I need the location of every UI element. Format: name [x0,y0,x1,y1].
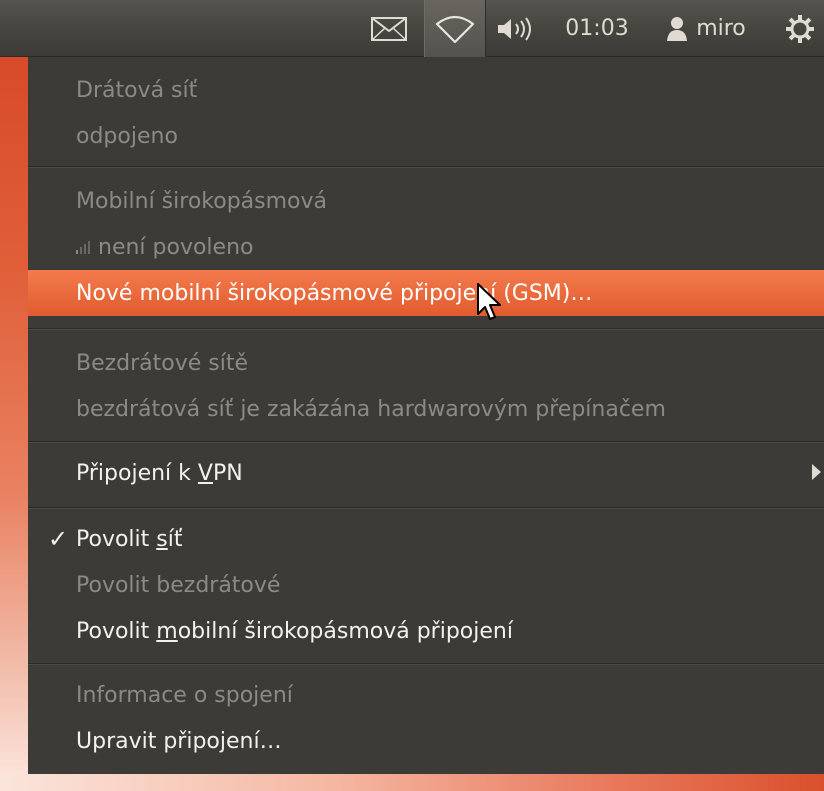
sound-indicator[interactable] [488,0,544,57]
enable-networking-item[interactable]: ✓ Povolit síť [28,516,824,562]
enable-mobile-broadband-item[interactable]: Povolit mobilní širokopásmová připojení [28,608,824,654]
check-icon: ✓ [48,525,69,553]
wired-network-header: Drátová síť [28,67,824,113]
new-gsm-connection-label: Nové mobilní širokopásmové připojení (GS… [76,280,593,306]
enable-mobile-broadband-label: Povolit mobilní širokopásmová připojení [76,618,513,644]
enable-networking-label: Povolit síť [76,526,183,552]
submenu-arrow-icon [812,464,821,480]
menu-separator [28,166,824,168]
desktop-wallpaper [0,57,28,791]
clock[interactable]: 01:03 [552,0,642,57]
clock-label: 01:03 [565,16,629,41]
vpn-connections-item[interactable]: Připojení k VPN [28,450,824,496]
menu-separator [28,441,824,443]
wireless-icon [435,15,475,43]
user-icon [667,16,688,41]
gear-icon [786,14,814,43]
wireless-networks-header: Bezdrátové sítě [28,340,824,386]
menu-separator [28,507,824,509]
vpn-connections-label: Připojení k VPN [76,460,243,486]
wireless-disabled-status: bezdrátová síť je zakázána hardwarovým p… [28,386,824,432]
mouse-cursor-icon [477,283,501,320]
signal-strength-icon [76,241,90,254]
mobile-broadband-title: Mobilní širokopásmová [76,188,327,214]
wired-network-status-label: odpojeno [76,123,178,149]
user-menu[interactable]: miro [648,0,764,57]
desktop-wallpaper-bottom [0,774,824,791]
menu-separator [28,663,824,665]
mobile-broadband-header: Mobilní širokopásmová [28,178,824,224]
top-panel: 01:03 miro [0,0,824,57]
enable-wireless-item: Povolit bezdrátové [28,562,824,608]
connection-information-label: Informace o spojení [76,682,293,708]
connection-information-item: Informace o spojení [28,672,824,718]
wireless-networks-title: Bezdrátové sítě [76,350,249,376]
network-menu: Drátová síť odpojeno Mobilní širokopásmo… [28,57,824,774]
envelope-icon [371,16,407,41]
new-gsm-connection-item[interactable]: Nové mobilní širokopásmové připojení (GS… [28,270,824,316]
edit-connections-item[interactable]: Upravit připojení… [28,718,824,764]
wired-network-title: Drátová síť [76,77,198,103]
volume-icon [498,16,531,41]
network-indicator[interactable] [424,0,486,57]
menu-separator [28,328,824,330]
mobile-broadband-status: není povoleno [28,224,824,270]
messaging-indicator[interactable] [366,0,412,57]
username-label: miro [696,16,746,41]
mobile-broadband-status-label: není povoleno [98,234,254,260]
enable-wireless-label: Povolit bezdrátové [76,572,281,598]
wireless-disabled-label: bezdrátová síť je zakázána hardwarovým p… [76,396,666,422]
edit-connections-label: Upravit připojení… [76,728,282,754]
wired-network-status: odpojeno [28,113,824,159]
session-menu[interactable] [776,0,824,57]
